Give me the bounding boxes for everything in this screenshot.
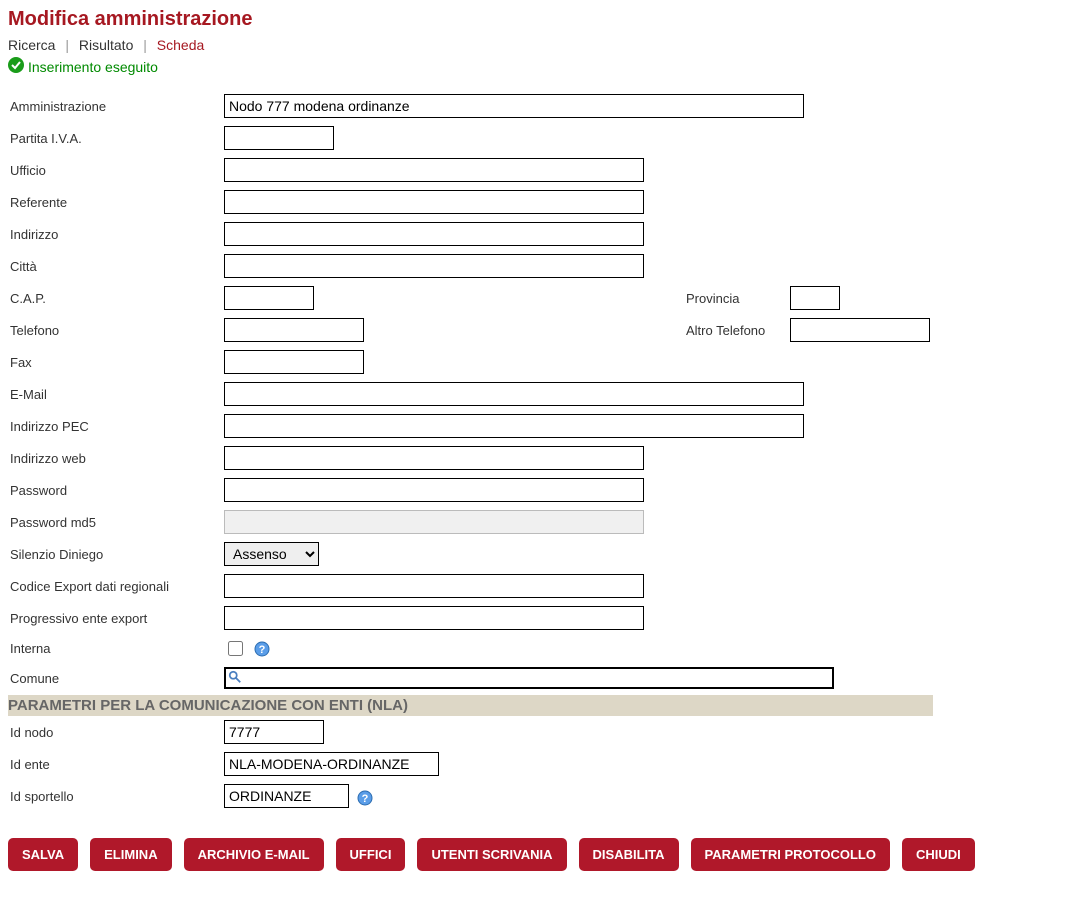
codice-export-input[interactable] [224,574,644,598]
breadcrumb-sep: | [65,37,69,53]
label-id-sportello: Id sportello [8,780,222,812]
silenzio-select[interactable]: Assenso [224,542,319,566]
breadcrumb-sep: | [143,37,147,53]
label-progressivo: Progressivo ente export [8,602,222,634]
label-amministrazione: Amministrazione [8,90,222,122]
telefono-input[interactable] [224,318,364,342]
label-piva: Partita I.V.A. [8,122,222,154]
label-silenzio: Silenzio Diniego [8,538,222,570]
section-nla-header: PARAMETRI PER LA COMUNICAZIONE CON ENTI … [8,695,933,716]
archivio-email-button[interactable]: ARCHIVIO E-MAIL [184,838,324,871]
provincia-input[interactable] [790,286,840,310]
label-pec: Indirizzo PEC [8,410,222,442]
label-codice-export: Codice Export dati regionali [8,570,222,602]
password-input[interactable] [224,478,644,502]
cap-input[interactable] [224,286,314,310]
uffici-button[interactable]: UFFICI [336,838,406,871]
help-icon[interactable]: ? [357,790,373,806]
label-web: Indirizzo web [8,442,222,474]
password-md5-input [224,510,644,534]
label-interna: Interna [8,634,222,663]
label-id-ente: Id ente [8,748,222,780]
piva-input[interactable] [224,126,334,150]
id-sportello-input[interactable] [224,784,349,808]
label-referente: Referente [8,186,222,218]
disabilita-button[interactable]: DISABILITA [579,838,679,871]
page-title: Modifica amministrazione [8,8,1057,31]
label-comune: Comune [8,663,222,693]
interna-checkbox[interactable] [228,641,243,656]
breadcrumb: Ricerca | Risultato | Scheda [8,37,1057,53]
referente-input[interactable] [224,190,644,214]
label-altro-telefono: Altro Telefono [666,314,788,346]
search-icon [228,670,242,687]
label-ufficio: Ufficio [8,154,222,186]
chiudi-button[interactable]: CHIUDI [902,838,975,871]
label-password: Password [8,474,222,506]
citta-input[interactable] [224,254,644,278]
elimina-button[interactable]: ELIMINA [90,838,171,871]
label-cap: C.A.P. [8,282,222,314]
indirizzo-input[interactable] [224,222,644,246]
progressivo-input[interactable] [224,606,644,630]
status-message: Inserimento eseguito [8,57,1057,76]
label-email: E-Mail [8,378,222,410]
help-icon[interactable]: ? [254,641,270,657]
breadcrumb-ricerca[interactable]: Ricerca [8,37,55,53]
web-input[interactable] [224,446,644,470]
label-fax: Fax [8,346,222,378]
id-nodo-input[interactable] [224,720,324,744]
svg-text:?: ? [361,793,368,805]
breadcrumb-scheda: Scheda [157,37,204,53]
label-provincia: Provincia [666,282,788,314]
utenti-scrivania-button[interactable]: UTENTI SCRIVANIA [417,838,566,871]
label-telefono: Telefono [8,314,222,346]
amministrazione-input[interactable] [224,94,804,118]
ufficio-input[interactable] [224,158,644,182]
label-indirizzo: Indirizzo [8,218,222,250]
label-citta: Città [8,250,222,282]
id-ente-input[interactable] [224,752,439,776]
altro-telefono-input[interactable] [790,318,930,342]
salva-button[interactable]: SALVA [8,838,78,871]
email-input[interactable] [224,382,804,406]
pec-input[interactable] [224,414,804,438]
parametri-protocollo-button[interactable]: PARAMETRI PROTOCOLLO [691,838,890,871]
breadcrumb-risultato[interactable]: Risultato [79,37,133,53]
fax-input[interactable] [224,350,364,374]
comune-lookup[interactable] [224,667,834,689]
label-password-md5: Password md5 [8,506,222,538]
svg-text:?: ? [258,644,265,656]
label-id-nodo: Id nodo [8,716,222,748]
success-icon [8,57,28,76]
button-bar: SALVA ELIMINA ARCHIVIO E-MAIL UFFICI UTE… [8,838,1057,871]
